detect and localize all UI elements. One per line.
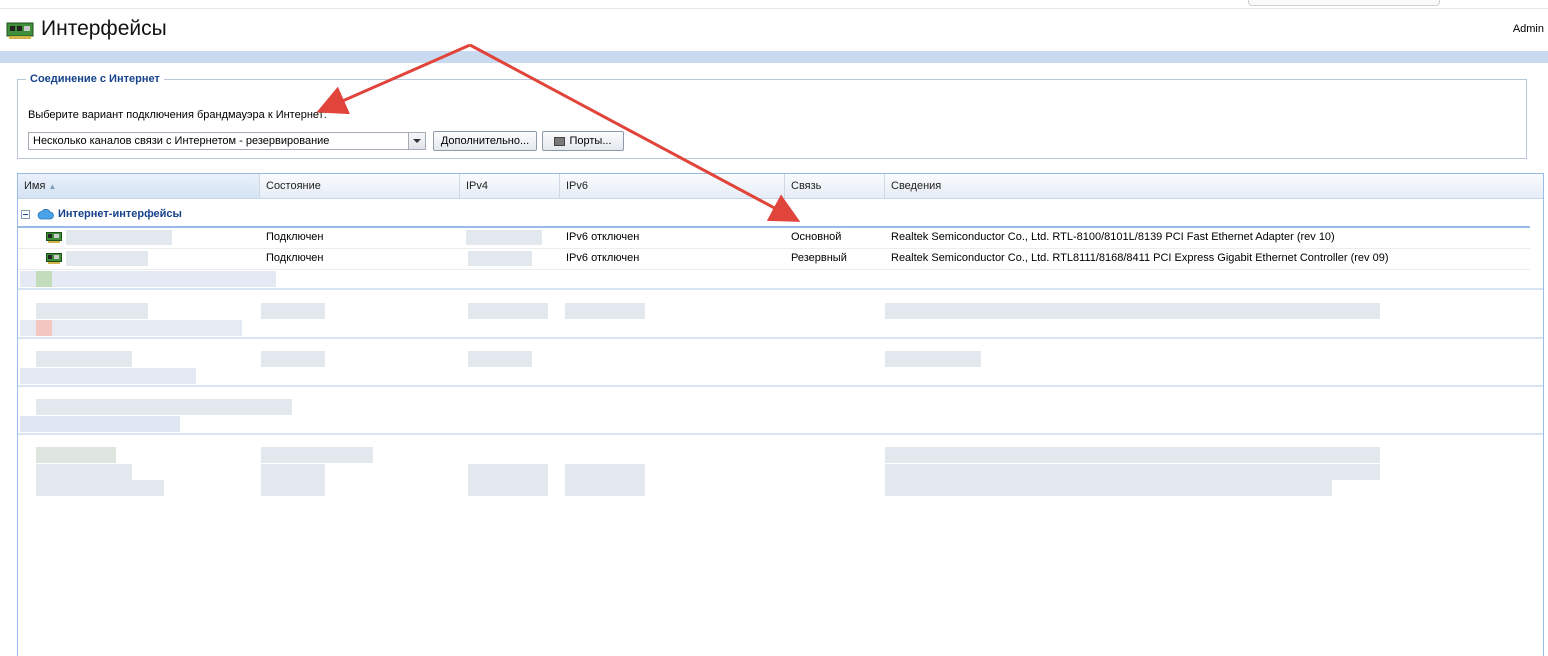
redacted-group-header [18, 320, 1543, 336]
ports-button[interactable]: Порты... [542, 131, 624, 151]
cell-ipv6: IPv6 отключен [566, 252, 640, 264]
group-title: Интернет-интерфейсы [58, 208, 182, 220]
network-card-icon [46, 232, 62, 246]
browser-top-strip [0, 0, 1548, 9]
redacted-row [18, 351, 1543, 367]
redacted-ipv4 [468, 251, 532, 266]
redacted-row [18, 464, 1543, 480]
connection-mode-label: Выберите вариант подключения брандмауэра… [28, 109, 327, 121]
advanced-button[interactable]: Дополнительно... [433, 131, 537, 151]
user-name[interactable]: Admin [1513, 23, 1544, 35]
redacted-row [18, 399, 1543, 415]
browser-tab-edge [1248, 0, 1440, 6]
ports-button-label: Порты... [569, 135, 612, 147]
table-row[interactable]: Подключен IPv6 отключен Основной Realtek… [18, 227, 1530, 249]
cell-link: Основной [791, 231, 842, 243]
redacted-name [66, 230, 172, 245]
cell-link: Резервный [791, 252, 847, 264]
redacted-group-header [18, 368, 1543, 384]
collapse-icon[interactable] [21, 210, 30, 219]
connection-mode-value: Несколько каналов связи с Интернетом - р… [33, 135, 330, 147]
redacted-row [18, 303, 1543, 319]
column-header-name[interactable]: Имя ▲ [18, 174, 260, 198]
column-header-details[interactable]: Сведения [885, 174, 1543, 198]
table-row[interactable]: Подключен IPv6 отключен Резервный Realte… [18, 248, 1530, 270]
header-separator [0, 51, 1548, 63]
cloud-icon [37, 208, 54, 223]
grid-header: Имя ▲ Состояние IPv4 IPv6 Связь Сведения [18, 174, 1543, 199]
cell-state: Подключен [266, 231, 324, 243]
redacted-name [66, 251, 148, 266]
internet-connection-panel: Соединение с Интернет Выберите вариант п… [17, 73, 1527, 159]
cell-state: Подключен [266, 252, 324, 264]
ports-icon [554, 136, 566, 146]
redacted-row [18, 480, 1543, 496]
redacted-group-header [18, 416, 1543, 432]
sort-ascending-icon: ▲ [48, 182, 57, 191]
cell-details: Realtek Semiconductor Co., Ltd. RTL8111/… [891, 252, 1389, 264]
column-header-ipv4[interactable]: IPv4 [460, 174, 560, 198]
group-internet-interfaces[interactable]: Интернет-интерфейсы [18, 204, 1530, 228]
main-content: Соединение с Интернет Выберите вариант п… [0, 63, 1548, 656]
network-card-icon [46, 253, 62, 267]
internet-connection-legend: Соединение с Интернет [30, 73, 160, 85]
chevron-down-icon[interactable] [408, 133, 425, 149]
column-header-ipv6[interactable]: IPv6 [560, 174, 785, 198]
redacted-ipv4 [466, 230, 542, 245]
connection-mode-select[interactable]: Несколько каналов связи с Интернетом - р… [28, 132, 426, 150]
column-header-name-label: Имя [24, 180, 46, 192]
interfaces-grid: Имя ▲ Состояние IPv4 IPv6 Связь Сведения … [17, 173, 1544, 656]
cell-details: Realtek Semiconductor Co., Ltd. RTL-8100… [891, 231, 1335, 243]
column-header-state[interactable]: Состояние [260, 174, 460, 198]
redacted-group-header [18, 271, 1543, 287]
page-title: Интерфейсы [41, 17, 167, 40]
page-header: Интерфейсы Admin [0, 9, 1548, 51]
column-header-link[interactable]: Связь [785, 174, 885, 198]
cell-ipv6: IPv6 отключен [566, 231, 640, 243]
redacted-row [18, 447, 1543, 463]
network-card-icon [6, 20, 34, 43]
